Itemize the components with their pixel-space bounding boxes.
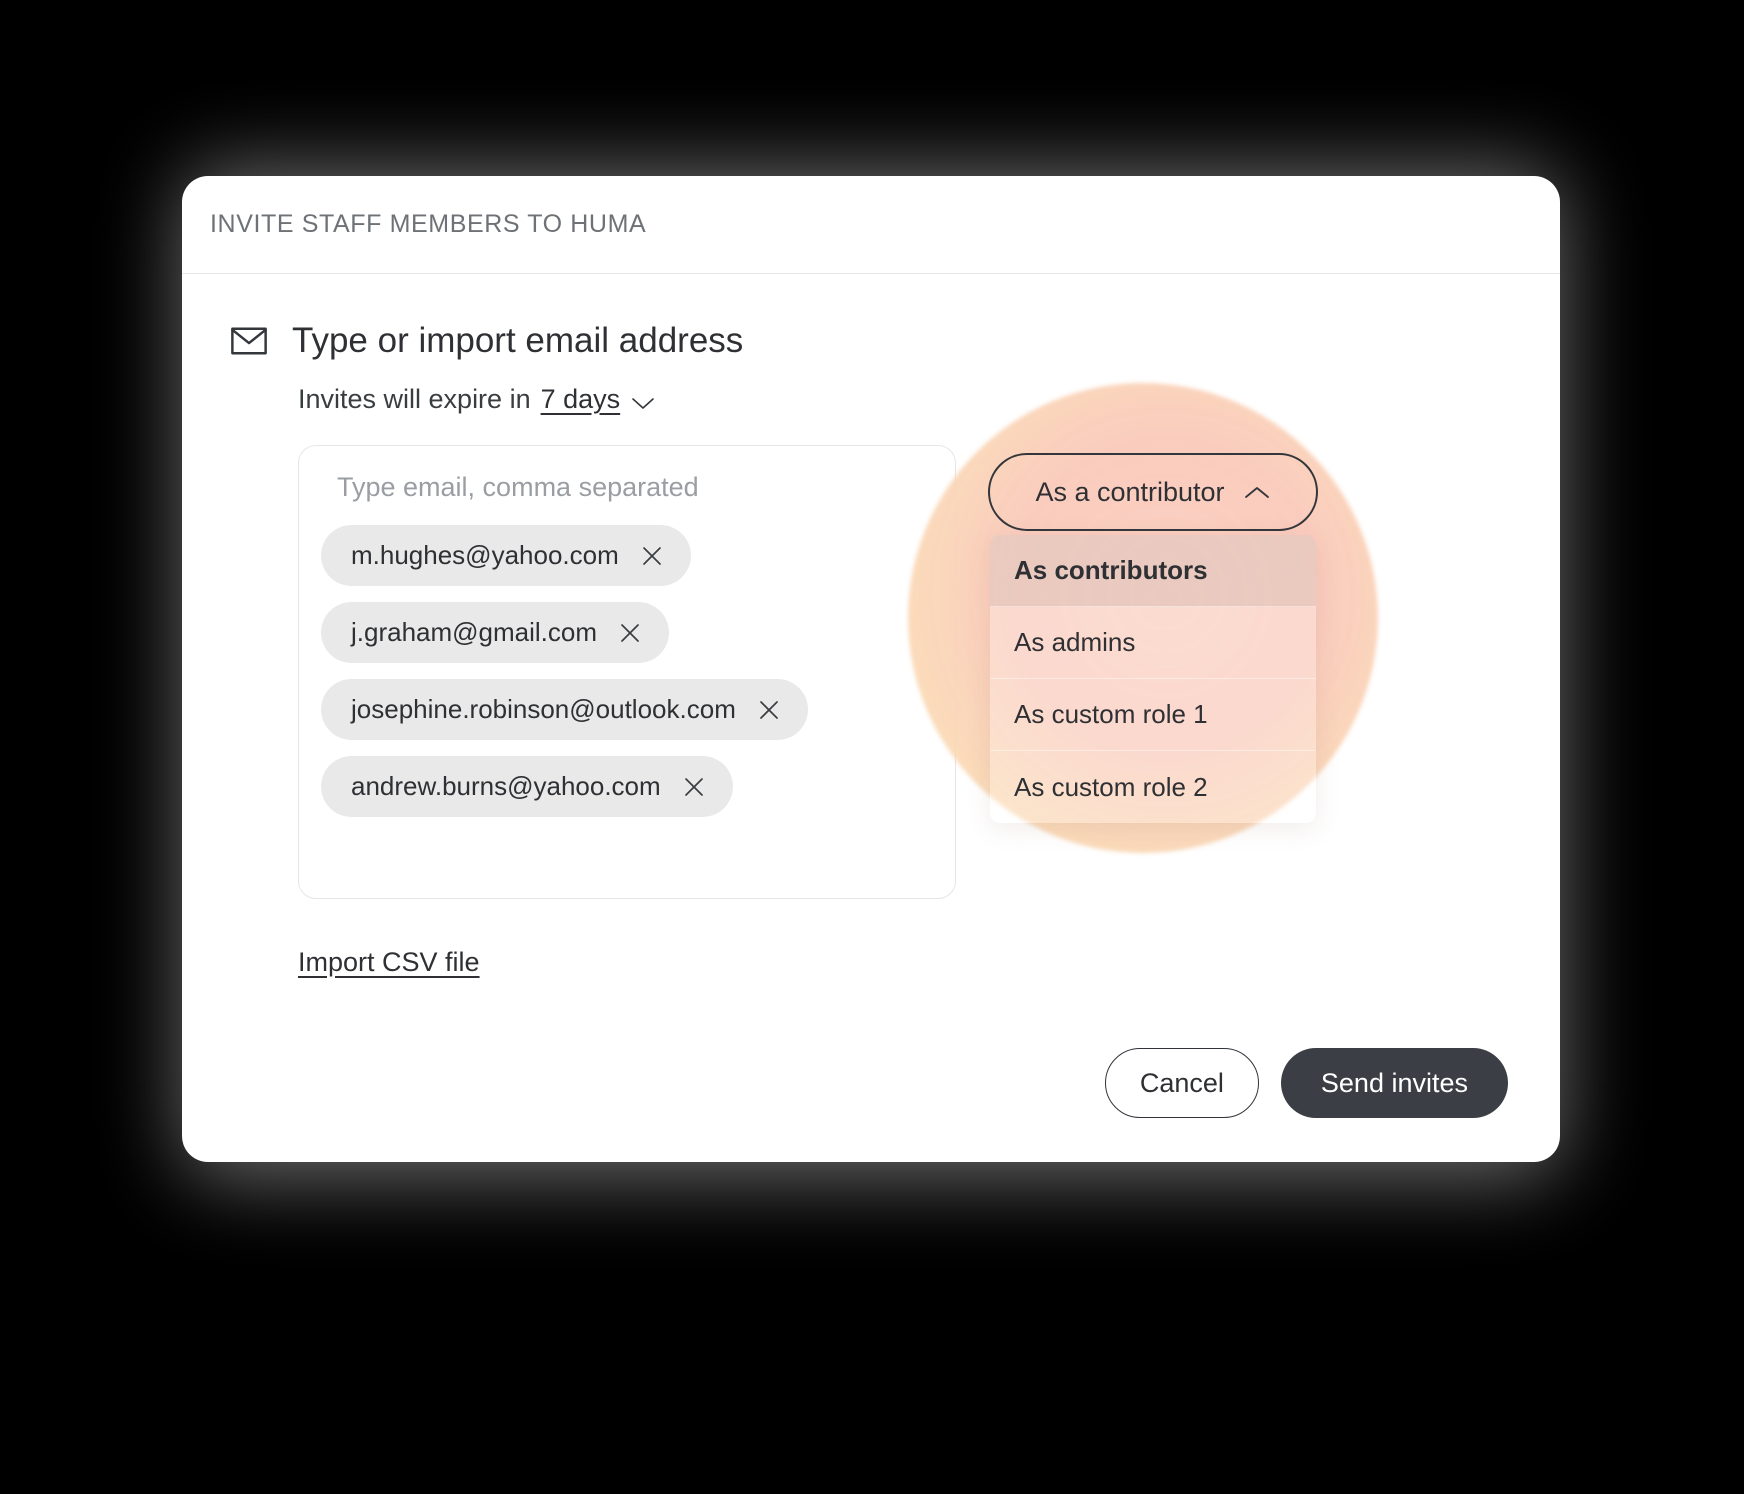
email-chip-list: m.hughes@yahoo.com j.graham@gmail.com jo… bbox=[321, 525, 933, 817]
email-chip[interactable]: j.graham@gmail.com bbox=[321, 602, 670, 663]
email-input-card[interactable]: Type email, comma separated m.hughes@yah… bbox=[298, 445, 956, 899]
role-option-admins[interactable]: As admins bbox=[990, 607, 1316, 679]
screen: INVITE STAFF MEMBERS TO HUMA Type or imp… bbox=[0, 0, 1744, 1494]
role-selector-label: As a contributor bbox=[1035, 476, 1225, 507]
close-icon[interactable] bbox=[683, 776, 705, 798]
role-option-label: As contributors bbox=[1014, 555, 1208, 585]
section-header: Type or import email address bbox=[210, 320, 1532, 362]
modal-body: Type or import email address Invites wil… bbox=[182, 274, 1560, 1162]
invite-staff-modal: INVITE STAFF MEMBERS TO HUMA Type or imp… bbox=[182, 176, 1560, 1162]
mail-icon bbox=[228, 320, 270, 362]
role-option-label: As custom role 1 bbox=[1014, 699, 1208, 729]
chevron-down-icon[interactable] bbox=[630, 392, 656, 409]
expiry-value[interactable]: 7 days bbox=[541, 384, 621, 415]
modal-footer: Cancel Send invites bbox=[1104, 1048, 1508, 1118]
role-option-label: As custom role 2 bbox=[1014, 771, 1208, 802]
role-selector-button[interactable]: As a contributor bbox=[988, 453, 1318, 531]
invite-expiry-row: Invites will expire in 7 days bbox=[210, 384, 1532, 415]
send-invites-button[interactable]: Send invites bbox=[1280, 1048, 1508, 1118]
email-input-placeholder[interactable]: Type email, comma separated bbox=[321, 472, 933, 503]
modal-title: INVITE STAFF MEMBERS TO HUMA bbox=[210, 210, 647, 238]
close-icon[interactable] bbox=[758, 699, 780, 721]
section-title: Type or import email address bbox=[292, 321, 744, 360]
cancel-button[interactable]: Cancel bbox=[1104, 1048, 1259, 1118]
role-option-contributors[interactable]: As contributors bbox=[990, 535, 1316, 607]
role-selector: As a contributor As contributors As admi… bbox=[908, 383, 1378, 853]
close-icon[interactable] bbox=[641, 545, 663, 567]
email-chip-label: j.graham@gmail.com bbox=[351, 617, 598, 647]
close-icon[interactable] bbox=[619, 622, 641, 644]
expiry-label: Invites will expire in bbox=[298, 384, 531, 414]
role-options-menu: As contributors As admins As custom role… bbox=[990, 535, 1316, 823]
chevron-up-icon bbox=[1243, 484, 1271, 501]
role-option-custom-role-1[interactable]: As custom role 1 bbox=[990, 679, 1316, 751]
role-option-label: As admins bbox=[1014, 627, 1136, 657]
invite-columns: Type email, comma separated m.hughes@yah… bbox=[210, 383, 1532, 899]
email-chip-label: josephine.robinson@outlook.com bbox=[351, 694, 736, 724]
email-chip[interactable]: andrew.burns@yahoo.com bbox=[321, 756, 733, 817]
email-chip[interactable]: m.hughes@yahoo.com bbox=[321, 525, 691, 586]
import-csv-link[interactable]: Import CSV file bbox=[210, 947, 480, 978]
email-chip[interactable]: josephine.robinson@outlook.com bbox=[321, 679, 808, 740]
email-chip-label: m.hughes@yahoo.com bbox=[351, 540, 619, 570]
modal-header: INVITE STAFF MEMBERS TO HUMA bbox=[182, 176, 1560, 274]
email-chip-label: andrew.burns@yahoo.com bbox=[351, 771, 661, 801]
role-option-custom-role-2[interactable]: As custom role 2 bbox=[990, 751, 1316, 823]
